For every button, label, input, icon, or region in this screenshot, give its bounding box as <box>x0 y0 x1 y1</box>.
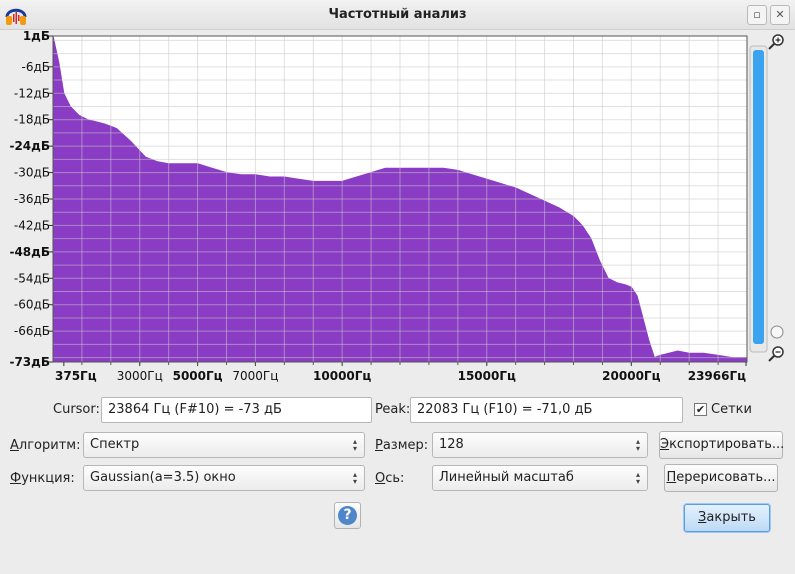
cursor-field[interactable]: 23864 Гц (F#10) = -73 дБ <box>101 397 372 423</box>
y-tick-label: -73дБ <box>9 355 50 369</box>
y-tick-label: -60дБ <box>14 298 50 312</box>
close-window-button[interactable]: ✕ <box>770 5 790 25</box>
axis-label: Ось: <box>375 471 405 486</box>
up-down-arrow-icon: ▴ ▾ <box>635 437 640 453</box>
size-label: Размер: <box>375 438 429 453</box>
frequency-spectrum-chart[interactable]: 1дБ -6дБ -12дБ -18дБ -24дБ -30дБ -36дБ -42дБ -48… <box>0 29 795 390</box>
minimize-button[interactable]: ▫ <box>747 5 767 25</box>
y-tick-label: -54дБ <box>14 271 50 285</box>
help-button[interactable]: ? <box>334 502 361 529</box>
export-button[interactable]: Экспортировать... <box>659 431 784 459</box>
close-button[interactable]: Закрыть <box>684 504 770 532</box>
axis-select-value: Линейный масштаб <box>439 470 574 485</box>
peak-label: Peak: <box>375 402 411 417</box>
x-tick-label: 3000Гц <box>117 369 163 383</box>
up-down-arrow-icon: ▴ ▾ <box>352 437 357 453</box>
y-tick-label: -42дБ <box>14 218 50 232</box>
y-tick-label: 1дБ <box>23 30 50 43</box>
replot-button[interactable]: Перерисовать... <box>664 464 778 492</box>
peak-field[interactable]: 22083 Гц (F10) = -71,0 дБ <box>410 397 683 423</box>
x-tick-label: 5000Гц <box>173 369 223 383</box>
window-function-select-value: Gaussian(a=3.5) окно <box>90 470 236 485</box>
spectrum-plot-area: 1дБ -6дБ -12дБ -18дБ -24дБ -30дБ -36дБ -42дБ -48… <box>0 29 795 390</box>
zoom-in-icon-handle <box>768 43 775 50</box>
up-down-arrow-icon: ▴ ▾ <box>635 470 640 486</box>
cursor-label: Cursor: <box>53 402 100 417</box>
y-tick-label: -18дБ <box>14 113 50 127</box>
help-icon: ? <box>338 506 357 525</box>
algorithm-select[interactable]: Спектр ▴ ▾ <box>83 432 365 458</box>
axis-select[interactable]: Линейный масштаб ▴ ▾ <box>432 465 648 491</box>
grids-checkbox[interactable]: ✔ <box>694 403 707 416</box>
x-tick-label: 375Гц <box>55 369 97 383</box>
window-title: Частотный анализ <box>328 7 467 22</box>
x-tick-label: 15000Гц <box>458 369 516 383</box>
function-label: Функция: <box>10 471 75 486</box>
y-tick-label: -66дБ <box>14 324 50 338</box>
algorithm-label: Алгоритм: <box>10 438 81 453</box>
zoom-out-icon-handle <box>768 355 775 362</box>
y-tick-label: -30дБ <box>14 166 50 180</box>
x-tick-label: 20000Гц <box>602 369 660 383</box>
y-tick-label: -36дБ <box>14 192 50 206</box>
window-function-select[interactable]: Gaussian(a=3.5) окно ▴ ▾ <box>83 465 365 491</box>
x-tick-label: 10000Гц <box>313 369 371 383</box>
y-tick-label: -6дБ <box>22 60 51 74</box>
y-tick-label: -48дБ <box>9 245 50 259</box>
algorithm-select-value: Спектр <box>90 437 140 452</box>
x-tick-label: 7000Гц <box>232 369 278 383</box>
y-tick-label: -24дБ <box>9 139 50 153</box>
zoom-slider-handle <box>770 325 784 339</box>
size-select-value: 128 <box>439 437 464 452</box>
size-select[interactable]: 128 ▴ ▾ <box>432 432 648 458</box>
up-down-arrow-icon: ▴ ▾ <box>352 470 357 486</box>
zoom-slider-fill <box>753 50 764 344</box>
grids-label[interactable]: Сетки <box>711 402 752 417</box>
y-tick-label: -12дБ <box>14 86 50 100</box>
title-bar: Частотный анализ ▫ ✕ <box>0 0 795 30</box>
check-mark-icon: ✔ <box>695 403 706 416</box>
x-tick-label: 23966Гц <box>688 369 746 383</box>
